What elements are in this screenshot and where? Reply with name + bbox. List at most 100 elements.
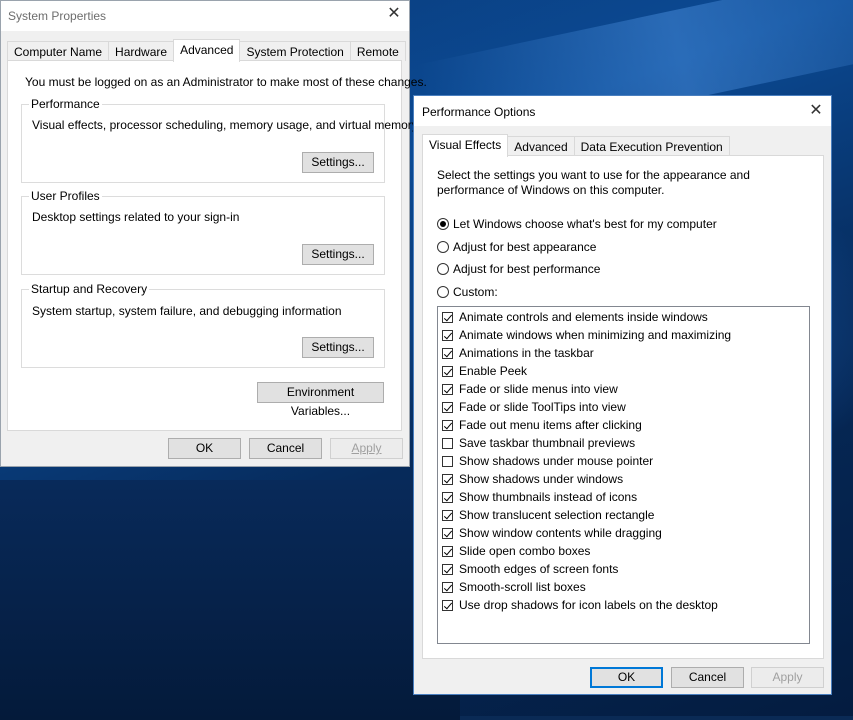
radio-option-best-appearance[interactable]: Adjust for best appearance: [437, 240, 737, 256]
checkbox-label: Show window contents while dragging: [459, 526, 662, 540]
checkbox-label: Fade or slide menus into view: [459, 382, 618, 396]
apply-button[interactable]: Apply: [751, 667, 824, 688]
list-item[interactable]: Show translucent selection rectangle: [442, 506, 654, 524]
checkbox-label: Show shadows under mouse pointer: [459, 454, 653, 468]
admin-note: You must be logged on as an Administrato…: [25, 75, 427, 89]
radio-label: Adjust for best appearance: [453, 240, 596, 254]
intro-text-line1: Select the settings you want to use for …: [437, 168, 750, 182]
checkbox[interactable]: [442, 366, 453, 377]
tab-advanced[interactable]: Advanced: [173, 39, 240, 62]
apply-button[interactable]: Apply: [330, 438, 403, 459]
tab-visual-effects[interactable]: Visual Effects: [422, 134, 508, 157]
checkbox[interactable]: [442, 348, 453, 359]
close-icon[interactable]: ✕: [809, 104, 823, 118]
system-properties-titlebar[interactable]: System Properties ✕: [1, 1, 409, 31]
tab-remote[interactable]: Remote: [350, 41, 406, 61]
list-item[interactable]: Use drop shadows for icon labels on the …: [442, 596, 718, 614]
tab-advanced[interactable]: Advanced: [507, 136, 574, 156]
advanced-tab-panel: You must be logged on as an Administrato…: [7, 60, 402, 431]
checkbox[interactable]: [442, 330, 453, 341]
checkbox-label: Fade or slide ToolTips into view: [459, 400, 626, 414]
list-item[interactable]: Show window contents while dragging: [442, 524, 662, 542]
radio-label: Let Windows choose what's best for my co…: [453, 217, 717, 231]
radio-button[interactable]: [437, 286, 449, 298]
list-item[interactable]: Enable Peek: [442, 362, 527, 380]
list-item[interactable]: Animate controls and elements inside win…: [442, 308, 708, 326]
checkbox-label: Slide open combo boxes: [459, 544, 590, 558]
user-profiles-settings-button[interactable]: Settings...: [302, 244, 374, 265]
radio-button[interactable]: [437, 263, 449, 275]
checkbox[interactable]: [442, 438, 453, 449]
checkbox[interactable]: [442, 492, 453, 503]
list-item[interactable]: Smooth edges of screen fonts: [442, 560, 618, 578]
cancel-button[interactable]: Cancel: [671, 667, 744, 688]
checkbox-label: Enable Peek: [459, 364, 527, 378]
intro-text-line2: performance of Windows on this computer.: [437, 183, 664, 197]
list-item[interactable]: Show thumbnails instead of icons: [442, 488, 637, 506]
performance-group: Performance Visual effects, processor sc…: [21, 104, 385, 183]
radio-label: Custom:: [453, 285, 498, 299]
radio-option-best-performance[interactable]: Adjust for best performance: [437, 262, 737, 278]
list-item[interactable]: Save taskbar thumbnail previews: [442, 434, 635, 452]
performance-description: Visual effects, processor scheduling, me…: [32, 118, 418, 132]
radio-button[interactable]: [437, 241, 449, 253]
checkbox-label: Smooth edges of screen fonts: [459, 562, 618, 576]
system-properties-window: System Properties ✕ Computer Name Hardwa…: [0, 0, 410, 467]
user-profiles-group: User Profiles Desktop settings related t…: [21, 196, 385, 275]
user-profiles-description: Desktop settings related to your sign-in: [32, 210, 239, 224]
checkbox[interactable]: [442, 582, 453, 593]
visual-effects-panel: Select the settings you want to use for …: [422, 155, 824, 659]
tab-computer-name[interactable]: Computer Name: [7, 41, 109, 61]
checkbox[interactable]: [442, 528, 453, 539]
tab-system-protection[interactable]: System Protection: [239, 41, 350, 61]
ok-button[interactable]: OK: [168, 438, 241, 459]
cancel-button[interactable]: Cancel: [249, 438, 322, 459]
checkbox[interactable]: [442, 456, 453, 467]
list-item[interactable]: Fade out menu items after clicking: [442, 416, 642, 434]
list-item[interactable]: Smooth-scroll list boxes: [442, 578, 586, 596]
checkbox[interactable]: [442, 420, 453, 431]
startup-recovery-group-title: Startup and Recovery: [29, 282, 149, 296]
performance-options-titlebar[interactable]: Performance Options ✕: [414, 96, 831, 126]
list-item[interactable]: Animate windows when minimizing and maxi…: [442, 326, 731, 344]
radio-label: Adjust for best performance: [453, 262, 600, 276]
checkbox[interactable]: [442, 600, 453, 611]
ok-button[interactable]: OK: [590, 667, 663, 688]
radio-option-custom[interactable]: Custom:: [437, 285, 737, 301]
window-title: System Properties: [8, 9, 106, 23]
startup-recovery-group: Startup and Recovery System startup, sys…: [21, 289, 385, 368]
checkbox[interactable]: [442, 312, 453, 323]
checkbox-label: Use drop shadows for icon labels on the …: [459, 598, 718, 612]
list-item[interactable]: Fade or slide menus into view: [442, 380, 618, 398]
checkbox[interactable]: [442, 402, 453, 413]
startup-recovery-settings-button[interactable]: Settings...: [302, 337, 374, 358]
list-item[interactable]: Slide open combo boxes: [442, 542, 590, 560]
checkbox-label: Show shadows under windows: [459, 472, 623, 486]
radio-option-let-windows-choose[interactable]: Let Windows choose what's best for my co…: [437, 217, 737, 233]
list-item[interactable]: Show shadows under windows: [442, 470, 623, 488]
checkbox[interactable]: [442, 564, 453, 575]
tab-hardware[interactable]: Hardware: [108, 41, 174, 61]
environment-variables-button[interactable]: Environment Variables...: [257, 382, 384, 403]
performance-options-window: Performance Options ✕ Visual Effects Adv…: [413, 95, 832, 695]
checkbox[interactable]: [442, 474, 453, 485]
close-icon[interactable]: ✕: [387, 7, 401, 21]
list-item[interactable]: Animations in the taskbar: [442, 344, 594, 362]
checkbox[interactable]: [442, 510, 453, 521]
checkbox-label: Animate controls and elements inside win…: [459, 310, 708, 324]
performance-group-title: Performance: [29, 97, 102, 111]
checkbox-label: Save taskbar thumbnail previews: [459, 436, 635, 450]
list-item[interactable]: Show shadows under mouse pointer: [442, 452, 653, 470]
list-item[interactable]: Fade or slide ToolTips into view: [442, 398, 626, 416]
checkbox-label: Animate windows when minimizing and maxi…: [459, 328, 731, 342]
checkbox[interactable]: [442, 546, 453, 557]
wallpaper-dark-area: [0, 480, 460, 720]
user-profiles-group-title: User Profiles: [29, 189, 102, 203]
visual-effects-list[interactable]: Animate controls and elements inside win…: [437, 306, 810, 644]
checkbox-label: Fade out menu items after clicking: [459, 418, 642, 432]
checkbox-label: Smooth-scroll list boxes: [459, 580, 586, 594]
performance-settings-button[interactable]: Settings...: [302, 152, 374, 173]
checkbox[interactable]: [442, 384, 453, 395]
tab-data-execution-prevention[interactable]: Data Execution Prevention: [574, 136, 730, 156]
radio-button-selected[interactable]: [437, 218, 449, 230]
